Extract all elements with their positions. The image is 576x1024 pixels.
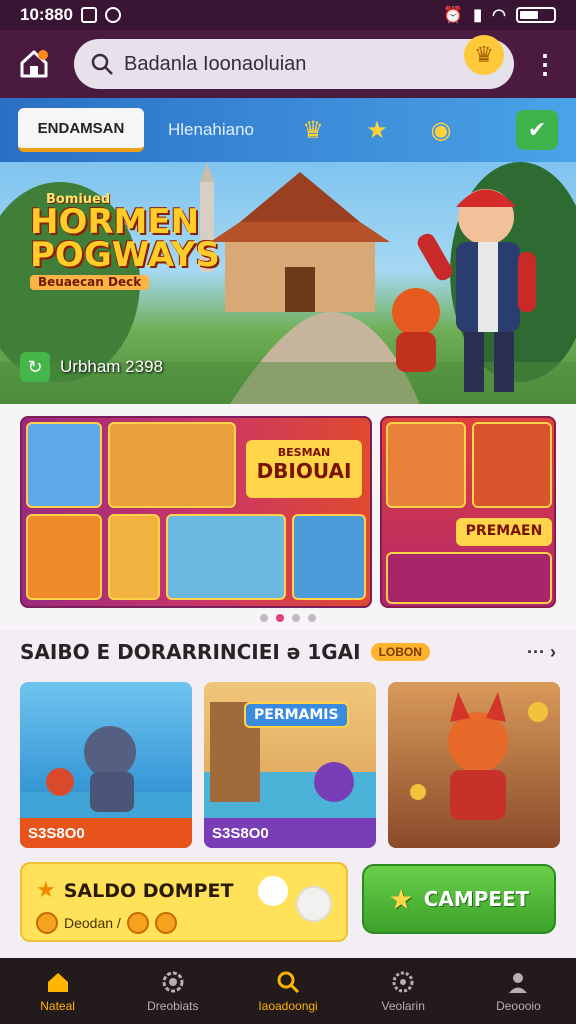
wallet-sub-row: Deodan / [36, 912, 177, 934]
wallet-action-icon[interactable] [296, 886, 332, 922]
promo-card-large[interactable]: BESMAN DBIOUAI [20, 416, 372, 608]
carousel-dot-active[interactable] [276, 614, 284, 622]
carousel-dot[interactable] [292, 614, 300, 622]
game-card[interactable]: PERMAMIS S3S8O0 [204, 682, 376, 848]
nav-label: Deoooio [496, 999, 541, 1013]
notification-dot [38, 50, 48, 60]
wallet-title-row: ★ SALDO DOMPET [36, 878, 233, 903]
wifi-icon: ◠ [492, 7, 506, 24]
coin-icon [126, 912, 149, 934]
section-header: SAIBO E DORARRINCIEI ə 1GAI LOBON ··· › [20, 640, 556, 664]
hero-pill-text: Urbham 2398 [60, 357, 164, 376]
promo-carousel: BESMAN DBIOUAI PREMAEN [0, 404, 576, 630]
promo-tile[interactable] [108, 514, 160, 600]
game-card-footer: S3S8O0 [20, 818, 192, 848]
hero-game-title: Bomiued HORMEN POGWAYS Beuaecan Deck [30, 193, 220, 291]
more-menu-icon[interactable]: ⋮ [532, 51, 558, 77]
hero-banner[interactable]: Bomiued HORMEN POGWAYS Beuaecan Deck ↻ U… [0, 162, 576, 404]
settings-icon [390, 969, 416, 995]
promo-tile[interactable] [292, 514, 366, 600]
home-icon [45, 969, 71, 995]
campeet-button[interactable]: ★ CAMPEET [362, 864, 556, 934]
status-time: 10:880 [20, 5, 73, 24]
wallet-info-icon[interactable] [258, 876, 288, 906]
hero-character-art [392, 189, 536, 392]
star-icon: ★ [388, 882, 414, 916]
promo-large-title: DBIOUAI [256, 459, 352, 483]
wallet-star-icon: ★ [36, 878, 56, 903]
battery-icon [516, 7, 556, 23]
coin-icon [36, 912, 58, 934]
game-art [410, 692, 548, 820]
signal-icon: ▮ [473, 7, 483, 24]
crown-icon[interactable]: ♛ [298, 115, 328, 145]
category-tabs: ENDAMSAN Hlenahiano ♛ ★ ◉ ✔ [0, 98, 576, 162]
game-card[interactable]: S3S8O0 [20, 682, 192, 848]
app-status-icon [104, 7, 121, 23]
nav-item-home[interactable]: Nateal [0, 958, 115, 1024]
alarm-icon: ⏰ [443, 7, 464, 24]
hero-title-line1: HORMEN [30, 202, 200, 243]
promo-tile[interactable] [386, 422, 466, 508]
nav-label: Nateal [40, 999, 75, 1013]
game-card-footer: S3S8O0 [204, 818, 376, 848]
search-icon [275, 969, 301, 995]
game-card[interactable] [388, 682, 560, 848]
promo-large-label: BESMAN DBIOUAI [246, 440, 362, 498]
gear-badge-icon [160, 969, 186, 995]
promo-card-small[interactable]: PREMAEN [380, 416, 556, 608]
check-icon: ✔ [527, 117, 547, 142]
home-button[interactable] [14, 44, 54, 84]
campeet-button-label: CAMPEET [423, 887, 530, 911]
check-button[interactable]: ✔ [516, 110, 558, 150]
game-list: S3S8O0 PERMAMIS S3S8O0 [20, 682, 560, 848]
promo-large-pre: BESMAN [277, 446, 331, 459]
carousel-dot[interactable] [260, 614, 268, 622]
search-bar[interactable]: Badanla Ioonaoluian ♛ [74, 35, 514, 89]
nav-item-profile[interactable]: Deoooio [461, 958, 576, 1024]
nav-item-search[interactable]: Iaoadoongi [230, 958, 345, 1024]
section-tag: LOBON [370, 643, 430, 661]
nav-label: Dreobiats [147, 999, 199, 1013]
promo-tile[interactable] [166, 514, 286, 600]
promo-tile[interactable] [472, 422, 552, 508]
star-icon[interactable]: ★ [362, 115, 392, 145]
tab-active[interactable]: ENDAMSAN [18, 108, 144, 152]
promo-tile[interactable] [108, 422, 236, 508]
nav-label: Veolarin [381, 999, 425, 1013]
refresh-icon: ↻ [20, 352, 50, 382]
promo-tile[interactable] [26, 514, 102, 600]
carousel-dot[interactable] [308, 614, 316, 622]
bottom-nav: Nateal Dreobiats Iaoadoongi Veolarin Deo… [0, 958, 576, 1024]
section-title: SAIBO E DORARRINCIEI ə 1GAI [20, 640, 361, 664]
crown-badge-icon[interactable]: ♛ [464, 35, 504, 75]
promo-tile[interactable] [386, 552, 552, 604]
game-card-label: S3S8O0 [212, 824, 269, 842]
wallet-card[interactable]: ★ SALDO DOMPET Deodan / [20, 862, 348, 942]
game-card-banner: PERMAMIS [244, 702, 349, 728]
tab-second[interactable]: Hlenahiano [168, 120, 254, 140]
wallet-title: SALDO DOMPET [63, 879, 234, 902]
app-header: Badanla Ioonaoluian ♛ ⋮ [0, 30, 576, 98]
nav-item-2[interactable]: Dreobiats [115, 958, 230, 1024]
coin-icon [154, 912, 177, 934]
search-icon [91, 53, 113, 75]
wallet-sub: Deodan / [64, 915, 121, 931]
hero-info-pill[interactable]: ↻ Urbham 2398 [20, 352, 163, 382]
notification-icon [80, 7, 97, 23]
nav-label: Iaoadoongi [258, 999, 318, 1013]
coin-icon[interactable]: ◉ [426, 115, 456, 145]
carousel-dots [260, 614, 316, 622]
promo-tile[interactable] [26, 422, 102, 508]
see-more-icon[interactable]: ··· › [527, 642, 556, 663]
hero-subtitle: Beuaecan Deck [30, 274, 150, 291]
status-bar: 10:880 ⏰ ▮ ◠ [0, 0, 576, 30]
hero-title-line2: POGWAYS [30, 234, 220, 275]
profile-icon [505, 969, 531, 995]
promo-small-label: PREMAEN [456, 518, 552, 546]
nav-item-settings[interactable]: Veolarin [346, 958, 461, 1024]
search-input[interactable]: Badanla Ioonaoluian [124, 53, 306, 76]
game-card-label: S3S8O0 [28, 824, 85, 842]
